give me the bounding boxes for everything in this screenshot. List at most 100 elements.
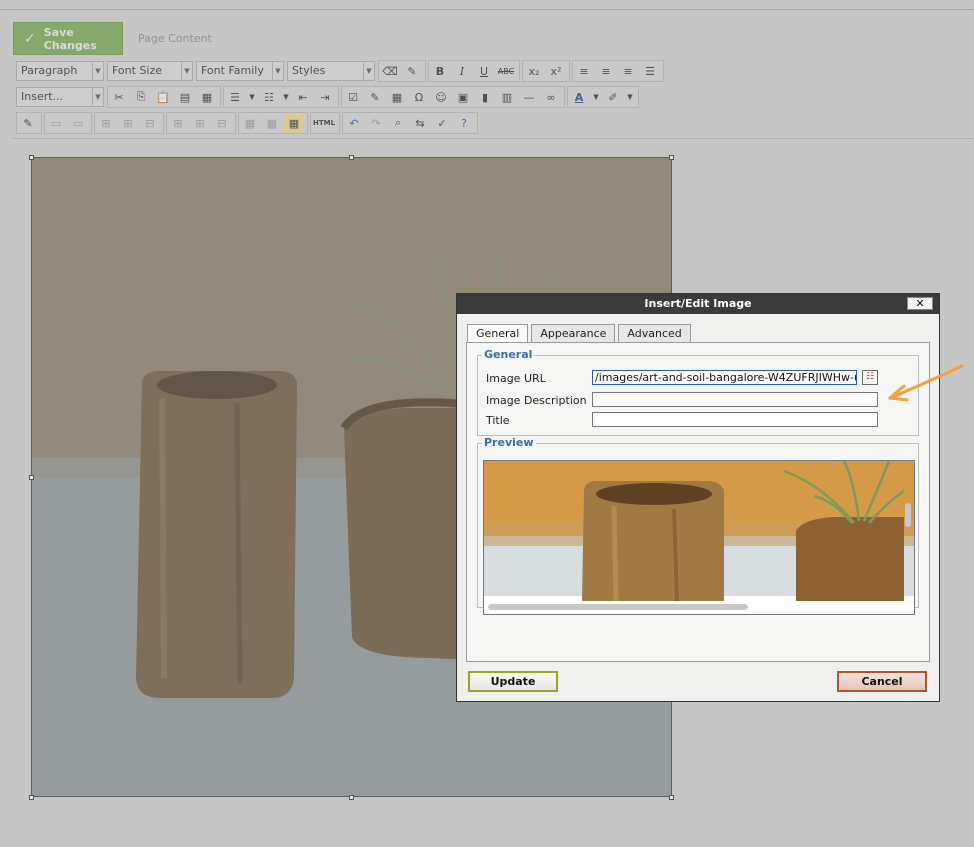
bold-button[interactable]: B (430, 61, 450, 81)
insert-select[interactable]: Insert... ▼ (16, 87, 104, 107)
numbered-list-icon[interactable]: ☷ (259, 87, 279, 107)
chevron-down-icon[interactable]: ▼ (625, 87, 635, 107)
image-icon[interactable]: ▣ (453, 87, 473, 107)
page-content-tab[interactable]: Page Content (138, 32, 212, 45)
styles-select[interactable]: Styles ▼ (287, 61, 375, 81)
tab-appearance[interactable]: Appearance (531, 324, 616, 344)
paint-brush-icon[interactable]: ✎ (402, 61, 422, 81)
chevron-down-icon[interactable]: ▼ (247, 87, 257, 107)
smiley-icon[interactable]: ☺ (431, 87, 451, 107)
highlight-icon[interactable]: ✐ (603, 87, 623, 107)
chevron-down-icon: ▼ (272, 62, 283, 80)
layer-icon[interactable]: ▭ (46, 113, 66, 133)
redo-icon[interactable]: ↷ (366, 113, 386, 133)
bullet-list-icon[interactable]: ☰ (225, 87, 245, 107)
chevron-down-icon[interactable]: ▼ (591, 87, 601, 107)
font-family-select-value: Font Family (201, 64, 264, 77)
image-url-input[interactable]: /images/art-and-soil-bangalore-W4ZUFRJIW… (592, 370, 857, 385)
resize-handle-s[interactable] (349, 795, 354, 800)
list-group: ☰ ▼ ☷ ▼ ⇤ ⇥ (223, 86, 339, 108)
image-description-input[interactable] (592, 392, 878, 407)
insert-edit-image-dialog: Insert/Edit Image ✕ General Appearance A… (456, 293, 940, 702)
underline-button[interactable]: U (474, 61, 494, 81)
cancel-button[interactable]: Cancel (837, 671, 927, 692)
chevron-down-icon[interactable]: ▼ (281, 87, 291, 107)
find-icon[interactable]: ⌕ (388, 113, 408, 133)
align-justify-icon[interactable]: ☰ (640, 61, 660, 81)
row-delete-icon[interactable]: ⊟ (140, 113, 160, 133)
resize-handle-se[interactable] (669, 795, 674, 800)
close-button[interactable]: ✕ (907, 297, 933, 310)
align-right-icon[interactable]: ≡ (618, 61, 638, 81)
spellcheck-icon[interactable]: ✓ (432, 113, 452, 133)
cut-icon[interactable]: ✂ (109, 87, 129, 107)
edit-source-icon[interactable]: ✎ (18, 113, 38, 133)
browse-icon[interactable]: ☷ (862, 370, 878, 385)
paste-text-icon[interactable]: ▤ (175, 87, 195, 107)
italic-button[interactable]: I (452, 61, 472, 81)
insert-group: ☑ ✎ ▦ Ω ☺ ▣ ▮ ▥ — ∞ (341, 86, 565, 108)
title-label: Title (486, 414, 510, 427)
save-changes-button[interactable]: ✓ Save Changes (13, 22, 123, 55)
link-icon[interactable]: ∞ (541, 87, 561, 107)
media-icon[interactable]: ▮ (475, 87, 495, 107)
strikethrough-button[interactable]: ABC (496, 61, 516, 81)
edit-icon[interactable]: ✎ (365, 87, 385, 107)
outdent-icon[interactable]: ⇤ (293, 87, 313, 107)
chart-icon[interactable]: ▥ (497, 87, 517, 107)
indent-icon[interactable]: ⇥ (315, 87, 335, 107)
toolbar-row-2: Insert... ▼ ✂ ⎘ 📋 ▤ ▦ ☰ ▼ ☷ ▼ ⇤ ⇥ ☑ ✎ ▦ Ω… (16, 86, 641, 108)
row-before-icon[interactable]: ⊞ (96, 113, 116, 133)
col-after-icon[interactable]: ⊞ (190, 113, 210, 133)
resize-handle-sw[interactable] (29, 795, 34, 800)
split-cells-icon[interactable]: ▦ (262, 113, 282, 133)
align-center-icon[interactable]: ≡ (596, 61, 616, 81)
align-left-icon[interactable]: ≡ (574, 61, 594, 81)
resize-handle-nw[interactable] (29, 155, 34, 160)
horizontal-rule-icon[interactable]: — (519, 87, 539, 107)
text-color-button[interactable]: A (569, 87, 589, 107)
format-select[interactable]: Paragraph ▼ (16, 61, 104, 81)
preview-vertical-scrollbar[interactable] (905, 503, 911, 527)
title-input[interactable] (592, 412, 878, 427)
table-group: ▦ ▦ ▦ (238, 112, 308, 134)
font-size-select[interactable]: Font Size ▼ (107, 61, 193, 81)
tab-general[interactable]: General (467, 324, 529, 344)
general-panel: General Image URL /images/art-and-soil-b… (466, 342, 930, 662)
calendar-icon[interactable]: ▦ (387, 87, 407, 107)
chevron-down-icon: ▼ (181, 62, 192, 80)
row-after-icon[interactable]: ⊞ (118, 113, 138, 133)
text-style-group: B I U ABC (428, 60, 520, 82)
merge-cells-icon[interactable]: ▦ (240, 113, 260, 133)
html-button[interactable]: HTML (312, 113, 336, 133)
insert-select-value: Insert... (21, 90, 64, 103)
superscript-button[interactable]: x² (546, 61, 566, 81)
clean-group: ⌫ ✎ (378, 60, 426, 82)
col-before-icon[interactable]: ⊞ (168, 113, 188, 133)
help-icon[interactable]: ? (454, 113, 474, 133)
paste-icon[interactable]: 📋 (153, 87, 173, 107)
layer-move-icon[interactable]: ▭ (68, 113, 88, 133)
preview-area[interactable] (483, 460, 915, 615)
font-family-select[interactable]: Font Family ▼ (196, 61, 284, 81)
paste-word-icon[interactable]: ▦ (197, 87, 217, 107)
resize-handle-w[interactable] (29, 475, 34, 480)
tab-advanced[interactable]: Advanced (618, 324, 691, 344)
copy-icon[interactable]: ⎘ (131, 87, 151, 107)
dialog-titlebar[interactable]: Insert/Edit Image ✕ (457, 294, 939, 314)
preview-horizontal-scrollbar[interactable] (488, 604, 748, 610)
top-rule (0, 9, 974, 10)
annotation-arrow-icon (888, 364, 964, 402)
checkbox-icon[interactable]: ☑ (343, 87, 363, 107)
col-delete-icon[interactable]: ⊟ (212, 113, 232, 133)
special-char-button[interactable]: Ω (409, 87, 429, 107)
eraser-icon[interactable]: ⌫ (380, 61, 400, 81)
subscript-button[interactable]: x₂ (524, 61, 544, 81)
column-group: ⊞ ⊞ ⊟ (166, 112, 236, 134)
resize-handle-ne[interactable] (669, 155, 674, 160)
undo-icon[interactable]: ↶ (344, 113, 364, 133)
table-icon[interactable]: ▦ (284, 113, 304, 133)
resize-handle-n[interactable] (349, 155, 354, 160)
update-button[interactable]: Update (468, 671, 558, 692)
replace-icon[interactable]: ⇆ (410, 113, 430, 133)
